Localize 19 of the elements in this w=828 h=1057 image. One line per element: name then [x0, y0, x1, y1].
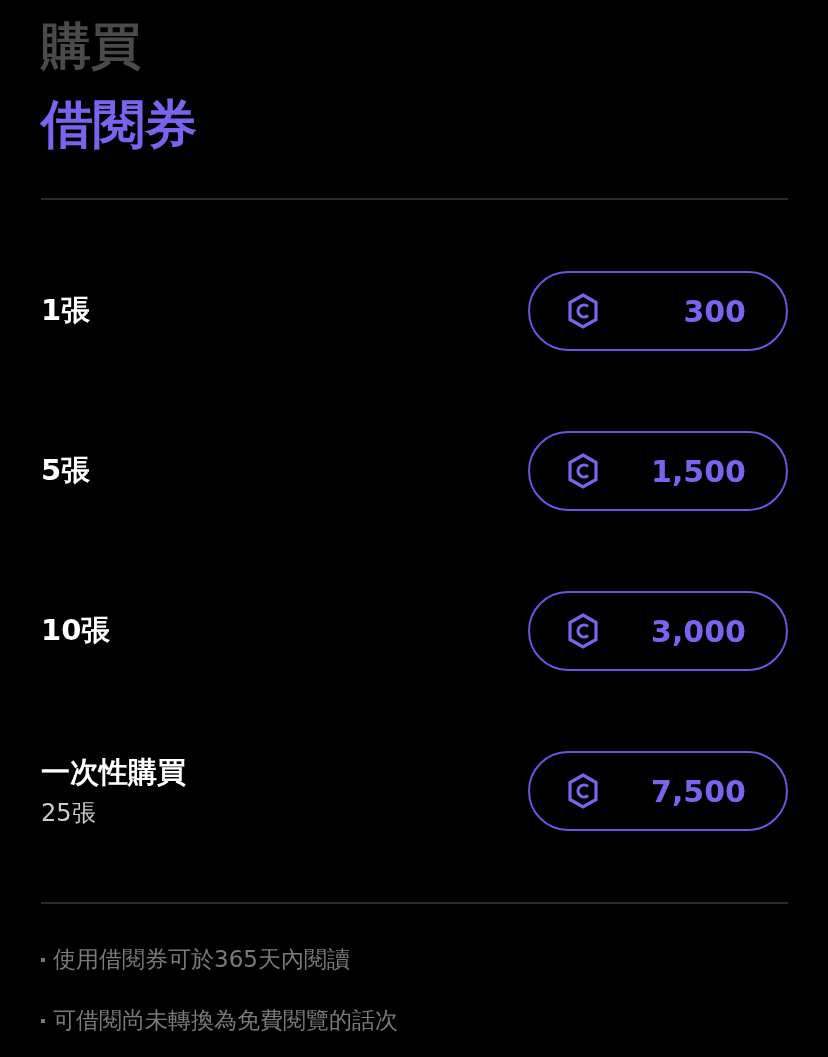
- price-button[interactable]: 3,000: [528, 591, 788, 671]
- price-button[interactable]: 300: [528, 271, 788, 351]
- bullet-icon: [41, 1018, 45, 1023]
- option-label: 一次性購買: [41, 754, 186, 791]
- option-label: 5張: [41, 452, 91, 489]
- option-sublabel: 25張: [41, 798, 97, 829]
- price-button[interactable]: 1,500: [528, 431, 788, 511]
- option-label: 1張: [41, 292, 91, 329]
- bullet-icon: [41, 957, 45, 962]
- page-title: 借閱券: [41, 93, 197, 156]
- option-label: 10張: [41, 612, 111, 649]
- coin-icon: [566, 772, 600, 810]
- note-text: 使用借閱券可於365天內閱讀: [53, 945, 350, 974]
- page-heading: 購買: [41, 16, 141, 77]
- coin-icon: [566, 612, 600, 650]
- note-text: 可借閱尚未轉換為免費閱覽的話次: [53, 1006, 398, 1035]
- coin-icon: [566, 292, 600, 330]
- coin-icon: [566, 452, 600, 490]
- price-button[interactable]: 7,500: [528, 751, 788, 831]
